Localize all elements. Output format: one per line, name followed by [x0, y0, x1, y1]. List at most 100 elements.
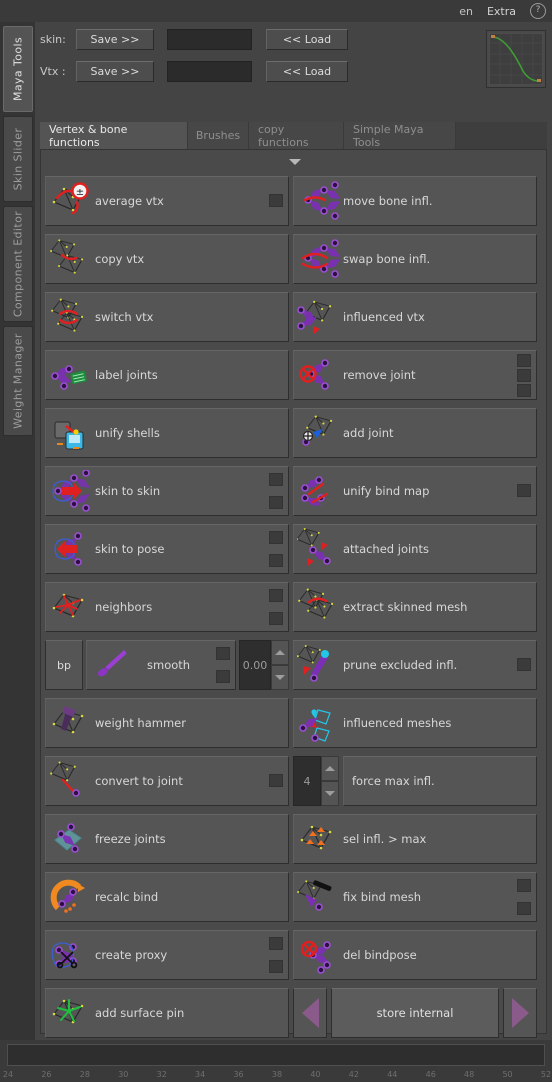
language-selector[interactable]: en [459, 5, 473, 18]
collapse-header[interactable] [42, 151, 545, 171]
tool-button-force-max-infl[interactable]: force max infl. [343, 756, 537, 806]
average-vtx-icon: ± [49, 180, 91, 222]
sidebar-tab-weight-manager[interactable]: Weight Manager [3, 326, 33, 436]
tool-button-label: unify shells [95, 426, 160, 440]
prev-page-button[interactable] [293, 988, 327, 1038]
tool-button-label-joints[interactable]: label joints [45, 350, 289, 400]
tool-button-swap-bone-infl[interactable]: swap bone infl. [293, 234, 537, 284]
tool-button-label: skin to pose [95, 542, 165, 556]
options-box[interactable] [269, 937, 283, 950]
tool-button-skin-to-skin[interactable]: skin to skin [45, 466, 289, 516]
skin-path-field[interactable] [167, 28, 252, 50]
tool-button-influenced-meshes[interactable]: influenced meshes [293, 698, 537, 748]
tool-button-extract-skinned-mesh[interactable]: extract skinned mesh [293, 582, 537, 632]
command-input-field[interactable] [7, 1044, 545, 1066]
unify-shells-icon [49, 412, 91, 454]
tab-vertex-bone-functions[interactable]: Vertex & bone functions [40, 122, 188, 149]
max-influences-spinner-value[interactable]: 4 [293, 756, 321, 806]
tool-button-recalc-bind[interactable]: recalc bind [45, 872, 289, 922]
tab-brushes[interactable]: Brushes [188, 122, 249, 149]
options-box[interactable] [269, 531, 283, 544]
sidebar-tab-label: Component Editor [11, 210, 25, 318]
tool-button-attached-joints[interactable]: attached joints [293, 524, 537, 574]
falloff-curve-widget[interactable] [486, 30, 546, 88]
right-cell: swap bone infl. [291, 230, 540, 288]
tab-copy-functions[interactable]: copy functions [249, 122, 344, 149]
options-box[interactable] [269, 774, 283, 787]
tool-button-neighbors[interactable]: neighbors [45, 582, 289, 632]
ruler-tick: 40 [310, 1070, 321, 1079]
fix-bind-mesh-icon [297, 876, 339, 918]
tab-label: copy functions [258, 122, 309, 149]
tool-button-move-bone-infl[interactable]: move bone infl. [293, 176, 537, 226]
max-influences-spinner-up[interactable] [321, 756, 339, 781]
tool-button-add-joint[interactable]: add joint [293, 408, 537, 458]
options-box[interactable] [269, 612, 283, 625]
options-box[interactable] [517, 879, 531, 892]
freeze-joints-icon [49, 818, 91, 860]
options-box[interactable] [269, 194, 283, 207]
tool-button-remove-joint[interactable]: remove joint [293, 350, 537, 400]
smooth-amount-spinner-down[interactable] [271, 665, 289, 690]
tool-button-average-vtx[interactable]: ± average vtx [45, 176, 289, 226]
right-cell: influenced meshes [291, 694, 540, 752]
smooth-amount-spinner-value[interactable]: 0.00 [239, 640, 271, 690]
tool-button-freeze-joints[interactable]: freeze joints [45, 814, 289, 864]
options-box[interactable] [269, 496, 283, 509]
vtx-save-button[interactable]: Save >> [76, 60, 154, 82]
smooth-amount-spinner[interactable]: 0.00 [239, 640, 289, 690]
sidebar-tab-skin-slider[interactable]: Skin Slider [3, 116, 33, 202]
tool-row: switch vtx influenced vtx [43, 288, 544, 346]
store-internal-button[interactable]: store internal [331, 988, 499, 1038]
tool-button-add-surface-pin[interactable]: add surface pin [45, 988, 289, 1038]
options-box[interactable] [517, 658, 531, 671]
skin-save-button[interactable]: Save >> [76, 28, 154, 50]
timeline-ruler[interactable]: 24 26 28 30 32 34 36 38 40 42 44 46 48 50 52 [0, 1070, 552, 1082]
tool-button-del-bindpose[interactable]: del bindpose [293, 930, 537, 980]
options-box[interactable] [517, 484, 531, 497]
max-influences-spinner-down[interactable] [321, 781, 339, 806]
influenced-vtx-icon [297, 296, 339, 338]
tool-button-skin-to-pose[interactable]: skin to pose [45, 524, 289, 574]
main-panel: skin: Save >> << Load Vtx : Save >> << L… [35, 22, 552, 1040]
tool-button-convert-to-joint[interactable]: convert to joint [45, 756, 289, 806]
skinning-tools-window: en Extra ? Maya Tools Skin Slider Compon… [0, 0, 552, 1082]
options-box[interactable] [216, 670, 230, 683]
options-box[interactable] [216, 647, 230, 660]
copy-vtx-icon [49, 238, 91, 280]
options-box[interactable] [517, 902, 531, 915]
bp-button[interactable]: bp [45, 640, 83, 690]
tool-button-unify-bind-map[interactable]: unify bind map [293, 466, 537, 516]
tool-button-prune-excluded-infl[interactable]: prune excluded infl. [293, 640, 537, 690]
tool-button-weight-hammer[interactable]: weight hammer [45, 698, 289, 748]
tool-button-label: smooth [147, 658, 191, 672]
tool-button-create-proxy[interactable]: create proxy [45, 930, 289, 980]
options-box[interactable] [269, 554, 283, 567]
options-box[interactable] [269, 589, 283, 602]
vtx-path-field[interactable] [167, 60, 252, 82]
tool-button-copy-vtx[interactable]: copy vtx [45, 234, 289, 284]
options-box[interactable] [269, 960, 283, 973]
tool-button-switch-vtx[interactable]: switch vtx [45, 292, 289, 342]
vtx-load-button[interactable]: << Load [266, 60, 348, 82]
help-icon[interactable]: ? [530, 3, 546, 19]
options-box[interactable] [517, 369, 531, 382]
tool-button-unify-shells[interactable]: unify shells [45, 408, 289, 458]
right-cell: sel infl. > max [291, 810, 540, 868]
tab-simple-maya-tools[interactable]: Simple Maya Tools [344, 122, 456, 149]
skin-load-button[interactable]: << Load [266, 28, 348, 50]
options-box[interactable] [269, 473, 283, 486]
tool-row: freeze joints sel infl. > max [43, 810, 544, 868]
tool-button-smooth[interactable]: smooth [86, 640, 236, 690]
sidebar-tab-component-editor[interactable]: Component Editor [3, 206, 33, 322]
sidebar-tab-maya-tools[interactable]: Maya Tools [3, 26, 33, 112]
max-influences-spinner[interactable]: 4 [293, 756, 339, 806]
next-page-button[interactable] [503, 988, 537, 1038]
options-box[interactable] [517, 354, 531, 367]
tool-button-sel-infl-max[interactable]: sel infl. > max [293, 814, 537, 864]
tool-button-influenced-vtx[interactable]: influenced vtx [293, 292, 537, 342]
options-box[interactable] [517, 384, 531, 397]
tool-button-fix-bind-mesh[interactable]: fix bind mesh [293, 872, 537, 922]
extra-menu[interactable]: Extra [487, 5, 516, 18]
smooth-amount-spinner-up[interactable] [271, 640, 289, 665]
